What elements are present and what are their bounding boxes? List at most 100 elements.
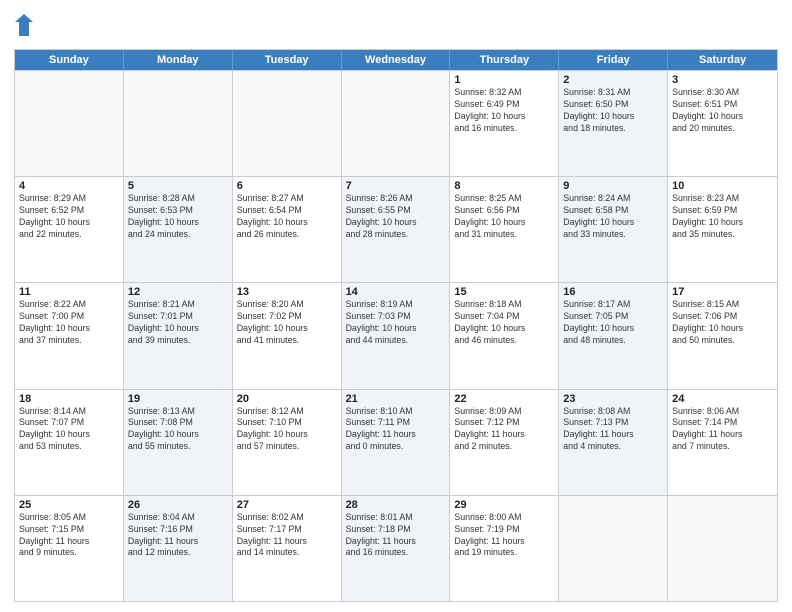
calendar-cell: 17Sunrise: 8:15 AM Sunset: 7:06 PM Dayli…	[668, 283, 777, 388]
calendar-row: 11Sunrise: 8:22 AM Sunset: 7:00 PM Dayli…	[15, 282, 777, 388]
calendar-cell: 9Sunrise: 8:24 AM Sunset: 6:58 PM Daylig…	[559, 177, 668, 282]
day-info: Sunrise: 8:13 AM Sunset: 7:08 PM Dayligh…	[128, 406, 228, 454]
day-number: 22	[454, 393, 554, 405]
calendar-cell: 10Sunrise: 8:23 AM Sunset: 6:59 PM Dayli…	[668, 177, 777, 282]
calendar-cell: 22Sunrise: 8:09 AM Sunset: 7:12 PM Dayli…	[450, 390, 559, 495]
day-number: 8	[454, 180, 554, 192]
calendar-cell: 3Sunrise: 8:30 AM Sunset: 6:51 PM Daylig…	[668, 71, 777, 176]
day-number: 28	[346, 499, 446, 511]
day-number: 5	[128, 180, 228, 192]
calendar-cell: 19Sunrise: 8:13 AM Sunset: 7:08 PM Dayli…	[124, 390, 233, 495]
calendar-row: 18Sunrise: 8:14 AM Sunset: 7:07 PM Dayli…	[15, 389, 777, 495]
day-info: Sunrise: 8:08 AM Sunset: 7:13 PM Dayligh…	[563, 406, 663, 454]
calendar-cell	[124, 71, 233, 176]
day-info: Sunrise: 8:27 AM Sunset: 6:54 PM Dayligh…	[237, 193, 337, 241]
logo-icon	[15, 14, 33, 36]
day-number: 24	[672, 393, 773, 405]
calendar-row: 4Sunrise: 8:29 AM Sunset: 6:52 PM Daylig…	[15, 176, 777, 282]
logo	[14, 14, 35, 41]
calendar-cell: 8Sunrise: 8:25 AM Sunset: 6:56 PM Daylig…	[450, 177, 559, 282]
day-number: 26	[128, 499, 228, 511]
calendar-cell: 25Sunrise: 8:05 AM Sunset: 7:15 PM Dayli…	[15, 496, 124, 601]
calendar-cell: 4Sunrise: 8:29 AM Sunset: 6:52 PM Daylig…	[15, 177, 124, 282]
calendar-cell	[342, 71, 451, 176]
day-info: Sunrise: 8:28 AM Sunset: 6:53 PM Dayligh…	[128, 193, 228, 241]
header	[14, 10, 778, 41]
calendar-header-cell: Saturday	[668, 50, 777, 70]
day-info: Sunrise: 8:15 AM Sunset: 7:06 PM Dayligh…	[672, 299, 773, 347]
day-info: Sunrise: 8:24 AM Sunset: 6:58 PM Dayligh…	[563, 193, 663, 241]
day-number: 12	[128, 286, 228, 298]
calendar-cell: 11Sunrise: 8:22 AM Sunset: 7:00 PM Dayli…	[15, 283, 124, 388]
calendar-cell: 23Sunrise: 8:08 AM Sunset: 7:13 PM Dayli…	[559, 390, 668, 495]
day-info: Sunrise: 8:26 AM Sunset: 6:55 PM Dayligh…	[346, 193, 446, 241]
day-number: 2	[563, 74, 663, 86]
day-number: 4	[19, 180, 119, 192]
day-number: 20	[237, 393, 337, 405]
day-number: 3	[672, 74, 773, 86]
day-info: Sunrise: 8:00 AM Sunset: 7:19 PM Dayligh…	[454, 512, 554, 560]
day-number: 6	[237, 180, 337, 192]
calendar-cell: 14Sunrise: 8:19 AM Sunset: 7:03 PM Dayli…	[342, 283, 451, 388]
calendar-cell: 1Sunrise: 8:32 AM Sunset: 6:49 PM Daylig…	[450, 71, 559, 176]
calendar-cell: 2Sunrise: 8:31 AM Sunset: 6:50 PM Daylig…	[559, 71, 668, 176]
calendar-cell: 6Sunrise: 8:27 AM Sunset: 6:54 PM Daylig…	[233, 177, 342, 282]
day-info: Sunrise: 8:22 AM Sunset: 7:00 PM Dayligh…	[19, 299, 119, 347]
calendar-cell: 28Sunrise: 8:01 AM Sunset: 7:18 PM Dayli…	[342, 496, 451, 601]
day-number: 14	[346, 286, 446, 298]
calendar-row: 25Sunrise: 8:05 AM Sunset: 7:15 PM Dayli…	[15, 495, 777, 601]
calendar: SundayMondayTuesdayWednesdayThursdayFrid…	[14, 49, 778, 602]
day-info: Sunrise: 8:18 AM Sunset: 7:04 PM Dayligh…	[454, 299, 554, 347]
day-info: Sunrise: 8:04 AM Sunset: 7:16 PM Dayligh…	[128, 512, 228, 560]
calendar-header-cell: Tuesday	[233, 50, 342, 70]
calendar-header: SundayMondayTuesdayWednesdayThursdayFrid…	[15, 50, 777, 70]
day-info: Sunrise: 8:06 AM Sunset: 7:14 PM Dayligh…	[672, 406, 773, 454]
day-number: 23	[563, 393, 663, 405]
calendar-cell: 16Sunrise: 8:17 AM Sunset: 7:05 PM Dayli…	[559, 283, 668, 388]
calendar-header-cell: Thursday	[450, 50, 559, 70]
day-info: Sunrise: 8:19 AM Sunset: 7:03 PM Dayligh…	[346, 299, 446, 347]
page: SundayMondayTuesdayWednesdayThursdayFrid…	[0, 0, 792, 612]
day-info: Sunrise: 8:05 AM Sunset: 7:15 PM Dayligh…	[19, 512, 119, 560]
day-number: 17	[672, 286, 773, 298]
day-number: 16	[563, 286, 663, 298]
day-info: Sunrise: 8:14 AM Sunset: 7:07 PM Dayligh…	[19, 406, 119, 454]
day-info: Sunrise: 8:09 AM Sunset: 7:12 PM Dayligh…	[454, 406, 554, 454]
calendar-cell	[233, 71, 342, 176]
day-info: Sunrise: 8:30 AM Sunset: 6:51 PM Dayligh…	[672, 87, 773, 135]
calendar-cell: 18Sunrise: 8:14 AM Sunset: 7:07 PM Dayli…	[15, 390, 124, 495]
day-number: 11	[19, 286, 119, 298]
day-info: Sunrise: 8:20 AM Sunset: 7:02 PM Dayligh…	[237, 299, 337, 347]
day-info: Sunrise: 8:31 AM Sunset: 6:50 PM Dayligh…	[563, 87, 663, 135]
calendar-header-cell: Sunday	[15, 50, 124, 70]
day-number: 21	[346, 393, 446, 405]
day-number: 27	[237, 499, 337, 511]
day-number: 13	[237, 286, 337, 298]
calendar-cell: 20Sunrise: 8:12 AM Sunset: 7:10 PM Dayli…	[233, 390, 342, 495]
day-number: 15	[454, 286, 554, 298]
day-info: Sunrise: 8:23 AM Sunset: 6:59 PM Dayligh…	[672, 193, 773, 241]
day-number: 25	[19, 499, 119, 511]
calendar-body: 1Sunrise: 8:32 AM Sunset: 6:49 PM Daylig…	[15, 70, 777, 601]
day-info: Sunrise: 8:17 AM Sunset: 7:05 PM Dayligh…	[563, 299, 663, 347]
calendar-cell: 24Sunrise: 8:06 AM Sunset: 7:14 PM Dayli…	[668, 390, 777, 495]
day-number: 9	[563, 180, 663, 192]
day-info: Sunrise: 8:10 AM Sunset: 7:11 PM Dayligh…	[346, 406, 446, 454]
calendar-cell: 29Sunrise: 8:00 AM Sunset: 7:19 PM Dayli…	[450, 496, 559, 601]
calendar-cell: 26Sunrise: 8:04 AM Sunset: 7:16 PM Dayli…	[124, 496, 233, 601]
day-info: Sunrise: 8:29 AM Sunset: 6:52 PM Dayligh…	[19, 193, 119, 241]
day-number: 1	[454, 74, 554, 86]
day-info: Sunrise: 8:01 AM Sunset: 7:18 PM Dayligh…	[346, 512, 446, 560]
calendar-cell: 27Sunrise: 8:02 AM Sunset: 7:17 PM Dayli…	[233, 496, 342, 601]
day-number: 19	[128, 393, 228, 405]
calendar-cell	[668, 496, 777, 601]
calendar-row: 1Sunrise: 8:32 AM Sunset: 6:49 PM Daylig…	[15, 70, 777, 176]
calendar-cell: 21Sunrise: 8:10 AM Sunset: 7:11 PM Dayli…	[342, 390, 451, 495]
calendar-cell: 13Sunrise: 8:20 AM Sunset: 7:02 PM Dayli…	[233, 283, 342, 388]
day-info: Sunrise: 8:12 AM Sunset: 7:10 PM Dayligh…	[237, 406, 337, 454]
calendar-header-cell: Monday	[124, 50, 233, 70]
day-number: 7	[346, 180, 446, 192]
calendar-header-cell: Friday	[559, 50, 668, 70]
calendar-cell: 12Sunrise: 8:21 AM Sunset: 7:01 PM Dayli…	[124, 283, 233, 388]
calendar-cell: 5Sunrise: 8:28 AM Sunset: 6:53 PM Daylig…	[124, 177, 233, 282]
